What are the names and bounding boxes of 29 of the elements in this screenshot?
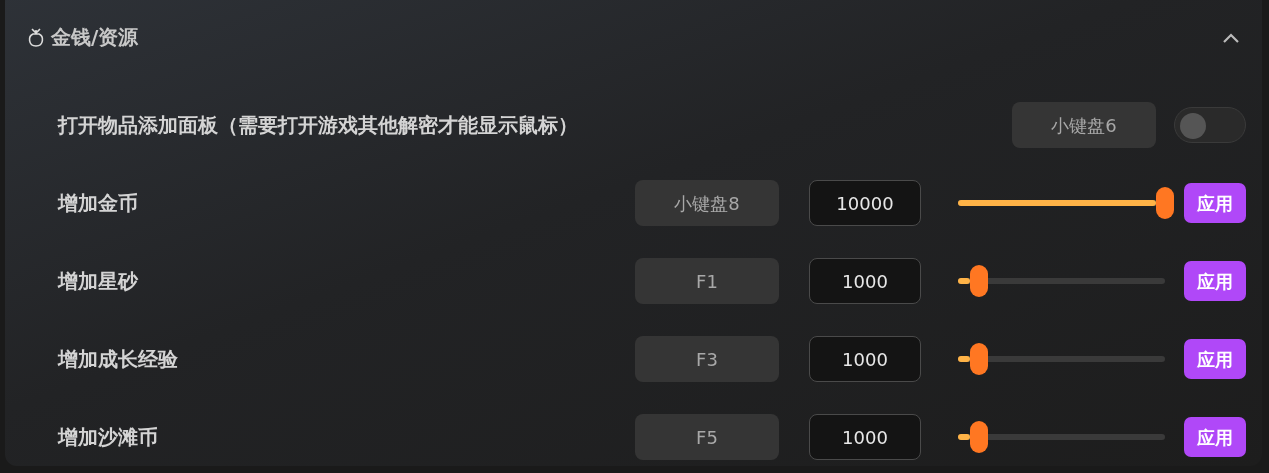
value-input[interactable]: 1000 — [809, 414, 921, 460]
value-input[interactable]: 1000 — [809, 336, 921, 382]
value-input[interactable]: 1000 — [809, 258, 921, 304]
hotkey-button[interactable]: F5 — [635, 414, 779, 460]
hotkey-button[interactable]: 小键盘6 — [1012, 102, 1156, 148]
setting-label: 增加沙滩币 — [58, 424, 159, 451]
chevron-up-icon[interactable] — [1222, 32, 1240, 44]
section-title: 金钱/资源 — [51, 24, 139, 51]
slider-thumb[interactable] — [969, 265, 988, 297]
slider-thumb[interactable] — [969, 421, 988, 453]
hotkey-button[interactable]: 小键盘8 — [635, 180, 779, 226]
value-input[interactable]: 10000 — [809, 180, 921, 226]
setting-label: 增加金币 — [58, 190, 139, 217]
apply-button[interactable]: 应用 — [1184, 417, 1246, 457]
apply-button[interactable]: 应用 — [1184, 261, 1246, 301]
setting-label: 增加成长经验 — [58, 346, 179, 373]
slider-fill — [958, 278, 970, 284]
money-bag-icon — [27, 26, 45, 48]
slider-thumb[interactable] — [1156, 187, 1174, 219]
apply-button[interactable]: 应用 — [1184, 339, 1246, 379]
slider-fill — [958, 356, 970, 362]
hotkey-button[interactable]: F1 — [635, 258, 779, 304]
setting-label: 增加星砂 — [58, 268, 139, 295]
setting-label: 打开物品添加面板（需要打开游戏其他解密才能显示鼠标） — [58, 112, 579, 139]
toggle-switch[interactable] — [1174, 107, 1246, 143]
slider-fill — [958, 434, 970, 440]
apply-button[interactable]: 应用 — [1184, 183, 1246, 223]
hotkey-button[interactable]: F3 — [635, 336, 779, 382]
slider-thumb[interactable] — [969, 343, 988, 375]
